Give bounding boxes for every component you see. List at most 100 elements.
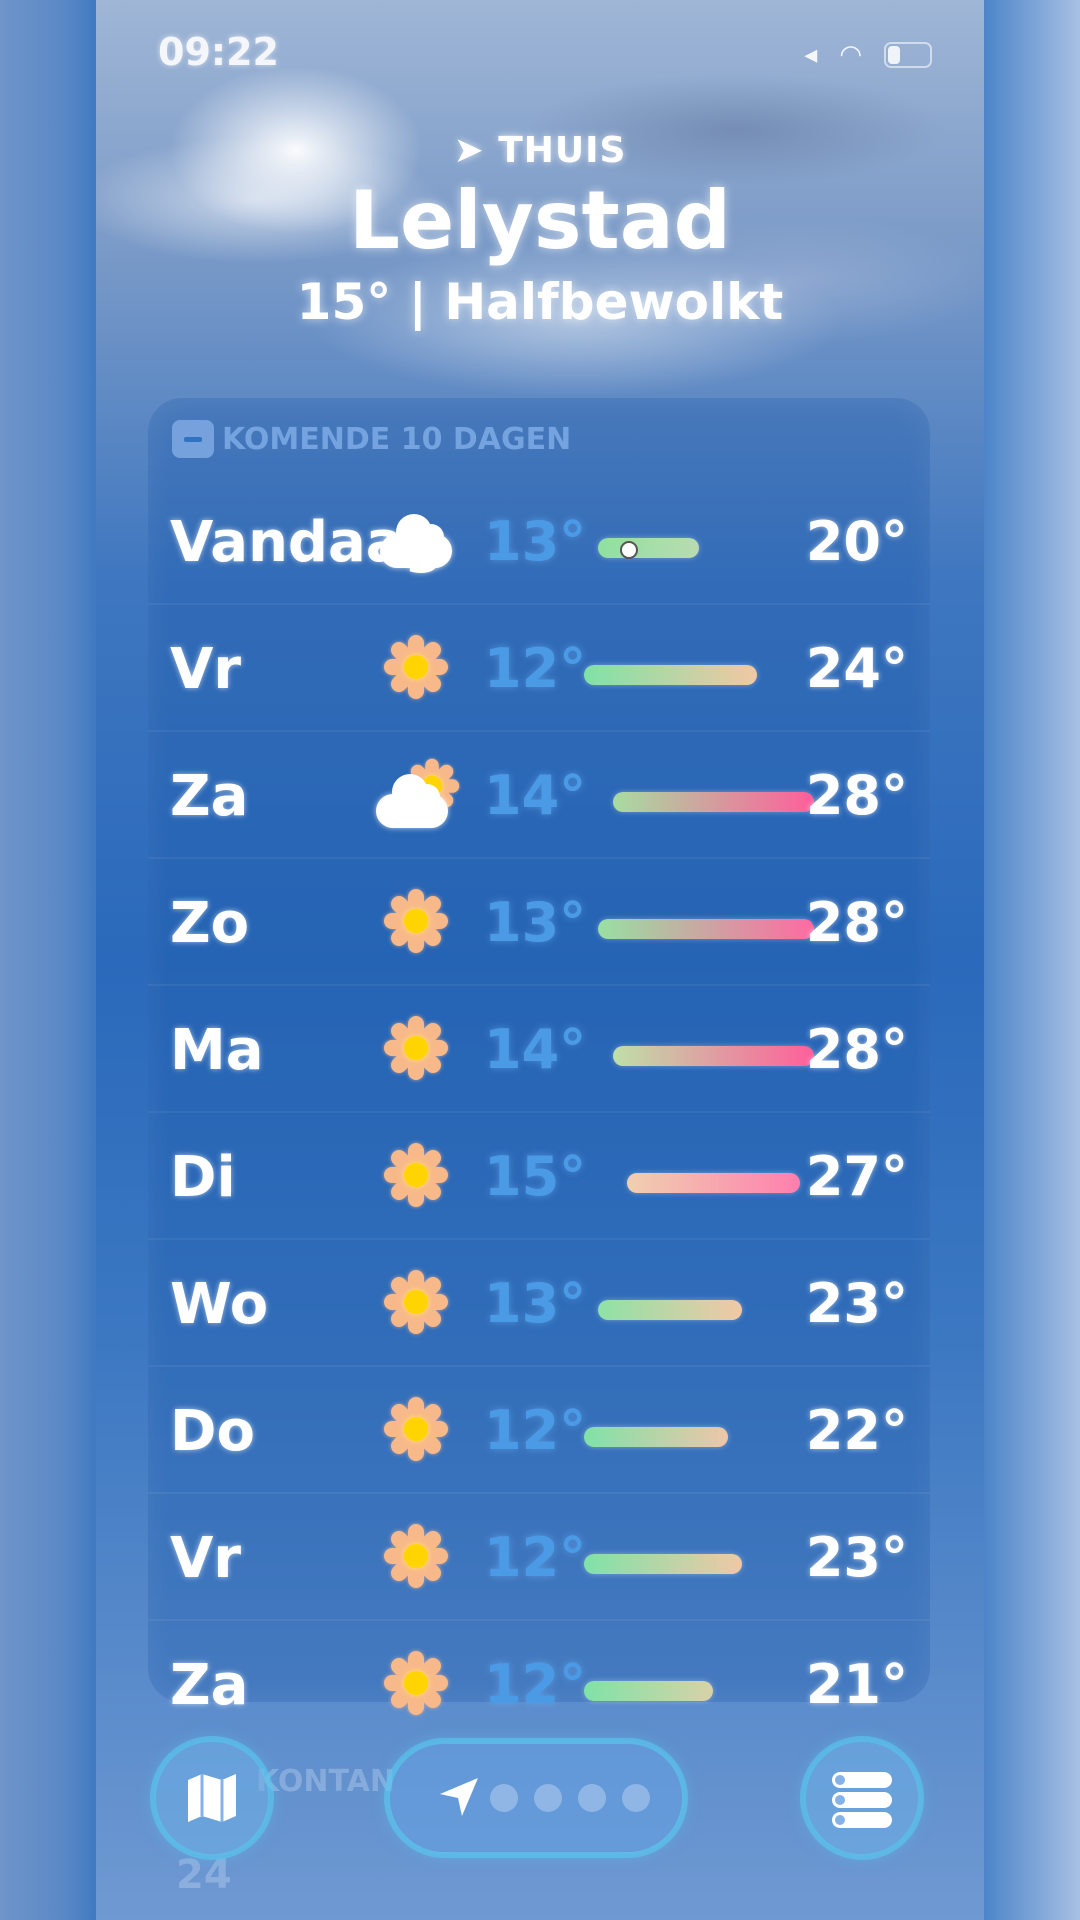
forecast-card-header: KOMENDE 10 DAGEN	[172, 420, 571, 458]
forecast-row[interactable]: Za 14° 28°	[148, 732, 930, 859]
high-temp: 21°	[805, 1653, 908, 1716]
high-temp: 24°	[805, 637, 908, 700]
day-label: Vr	[170, 637, 241, 702]
temp-range-bar	[627, 1173, 800, 1193]
current-summary: 15° | Halfbewolkt	[296, 273, 784, 331]
status-time: 09:22	[158, 30, 279, 74]
list-icon-line	[832, 1792, 892, 1808]
temp-range-bar	[598, 1300, 743, 1320]
signal-icon: ◂	[804, 40, 818, 70]
forecast-row[interactable]: Wo 13° 23°	[148, 1240, 930, 1367]
low-temp: 15°	[484, 1145, 587, 1208]
background-number: 24	[176, 1852, 232, 1898]
temp-range-track	[584, 538, 814, 559]
temp-range-track	[584, 665, 814, 685]
temp-range-bar	[584, 1554, 743, 1574]
ten-day-forecast-card[interactable]: KOMENDE 10 DAGEN Vandaag 13° 20° Vr 12° 24° Za…	[148, 398, 930, 1718]
forecast-row[interactable]: Za 12° 21°	[148, 1621, 930, 1746]
high-temp: 28°	[805, 1018, 908, 1081]
forecast-row[interactable]: Ma 14° 28°	[148, 986, 930, 1113]
day-label: Za	[170, 764, 249, 829]
low-temp: 12°	[484, 1526, 587, 1589]
forecast-row[interactable]: Zo 13° 28°	[148, 859, 930, 986]
temp-range-bar	[598, 919, 814, 939]
temp-range-track	[584, 1173, 814, 1193]
day-label: Do	[170, 1399, 255, 1464]
day-label: Di	[170, 1145, 236, 1210]
day-label: Vr	[170, 1526, 241, 1591]
forecast-rows: Vandaag 13° 20° Vr 12° 24° Za 14° 28° Zo 13° 28° Ma 1…	[148, 478, 930, 1746]
weather-app: 09:22 ◂ ◠ ➤ THUIS Lelystad 15° | Halfbew…	[96, 0, 984, 1920]
page-indicator[interactable]	[390, 1744, 682, 1852]
sun-icon	[376, 1141, 456, 1211]
low-temp: 13°	[484, 891, 587, 954]
low-temp: 14°	[484, 1018, 587, 1081]
forecast-row[interactable]: Di 15° 27°	[148, 1113, 930, 1240]
city-name: Lelystad	[349, 174, 731, 267]
temp-range-track	[584, 919, 814, 939]
temp-range-track	[584, 792, 814, 812]
list-button[interactable]	[806, 1742, 918, 1854]
day-label: Wo	[170, 1272, 269, 1337]
low-temp: 12°	[484, 1653, 587, 1716]
list-icon	[832, 1772, 892, 1788]
background-text: KONTAN	[256, 1764, 395, 1799]
low-temp: 12°	[484, 1399, 587, 1462]
home-label-text: THUIS	[498, 130, 627, 171]
sun-icon	[376, 1649, 456, 1719]
forecast-row[interactable]: Vr 12° 24°	[148, 605, 930, 732]
high-temp: 28°	[805, 764, 908, 827]
page-dot[interactable]	[578, 1784, 606, 1812]
location-arrow-icon: ➤	[453, 130, 485, 171]
list-icon-line	[832, 1812, 892, 1828]
temp-range-bar	[584, 1427, 728, 1447]
page-dot[interactable]	[622, 1784, 650, 1812]
high-temp: 22°	[805, 1399, 908, 1462]
forecast-row[interactable]: Do 12° 22°	[148, 1367, 930, 1494]
map-icon	[188, 1774, 236, 1822]
temp-range-bar	[584, 665, 757, 685]
sun-icon	[376, 1522, 456, 1592]
high-temp: 20°	[805, 510, 908, 573]
location-arrow-icon	[440, 1778, 478, 1816]
low-temp: 14°	[484, 764, 587, 827]
sun-icon	[376, 1268, 456, 1338]
high-temp: 23°	[805, 1526, 908, 1589]
low-temp: 13°	[484, 1272, 587, 1335]
location-header: ➤ THUIS Lelystad 15° | Halfbewolkt	[96, 130, 984, 331]
sun-icon	[376, 633, 456, 703]
day-label: Zo	[170, 891, 250, 956]
forecast-title: KOMENDE 10 DAGEN	[222, 421, 572, 457]
temp-range-track	[584, 1427, 814, 1447]
temp-range-bar	[612, 1046, 814, 1066]
status-icons: ◂ ◠	[804, 40, 932, 70]
sun-icon	[376, 1014, 456, 1084]
temp-range-bar	[612, 792, 814, 812]
calendar-icon	[172, 420, 214, 458]
temp-range-track	[584, 1681, 814, 1701]
high-temp: 27°	[805, 1145, 908, 1208]
wifi-icon: ◠	[839, 40, 862, 70]
temp-range-track	[584, 1046, 814, 1066]
sun-icon	[376, 887, 456, 957]
forecast-row[interactable]: Vandaag 13° 20°	[148, 478, 930, 605]
partly-cloudy-icon	[376, 758, 460, 830]
sun-icon	[376, 1395, 456, 1465]
current-temp-marker	[620, 541, 639, 559]
temp-range-track	[584, 1300, 814, 1320]
bottom-toolbar: KONTAN 24	[96, 1742, 984, 1898]
map-button[interactable]	[156, 1742, 268, 1854]
temp-range-bar	[584, 1681, 714, 1701]
page-dot[interactable]	[490, 1784, 518, 1812]
low-temp: 12°	[484, 637, 587, 700]
temp-range-bar	[598, 538, 699, 558]
day-label: Ma	[170, 1018, 264, 1083]
cloud-icon	[376, 506, 456, 576]
battery-icon	[884, 42, 932, 68]
home-label: ➤ THUIS	[96, 130, 984, 171]
page-dot[interactable]	[534, 1784, 562, 1812]
day-label: Za	[170, 1653, 249, 1718]
low-temp: 13°	[484, 510, 587, 573]
forecast-row[interactable]: Vr 12° 23°	[148, 1494, 930, 1621]
high-temp: 28°	[805, 891, 908, 954]
